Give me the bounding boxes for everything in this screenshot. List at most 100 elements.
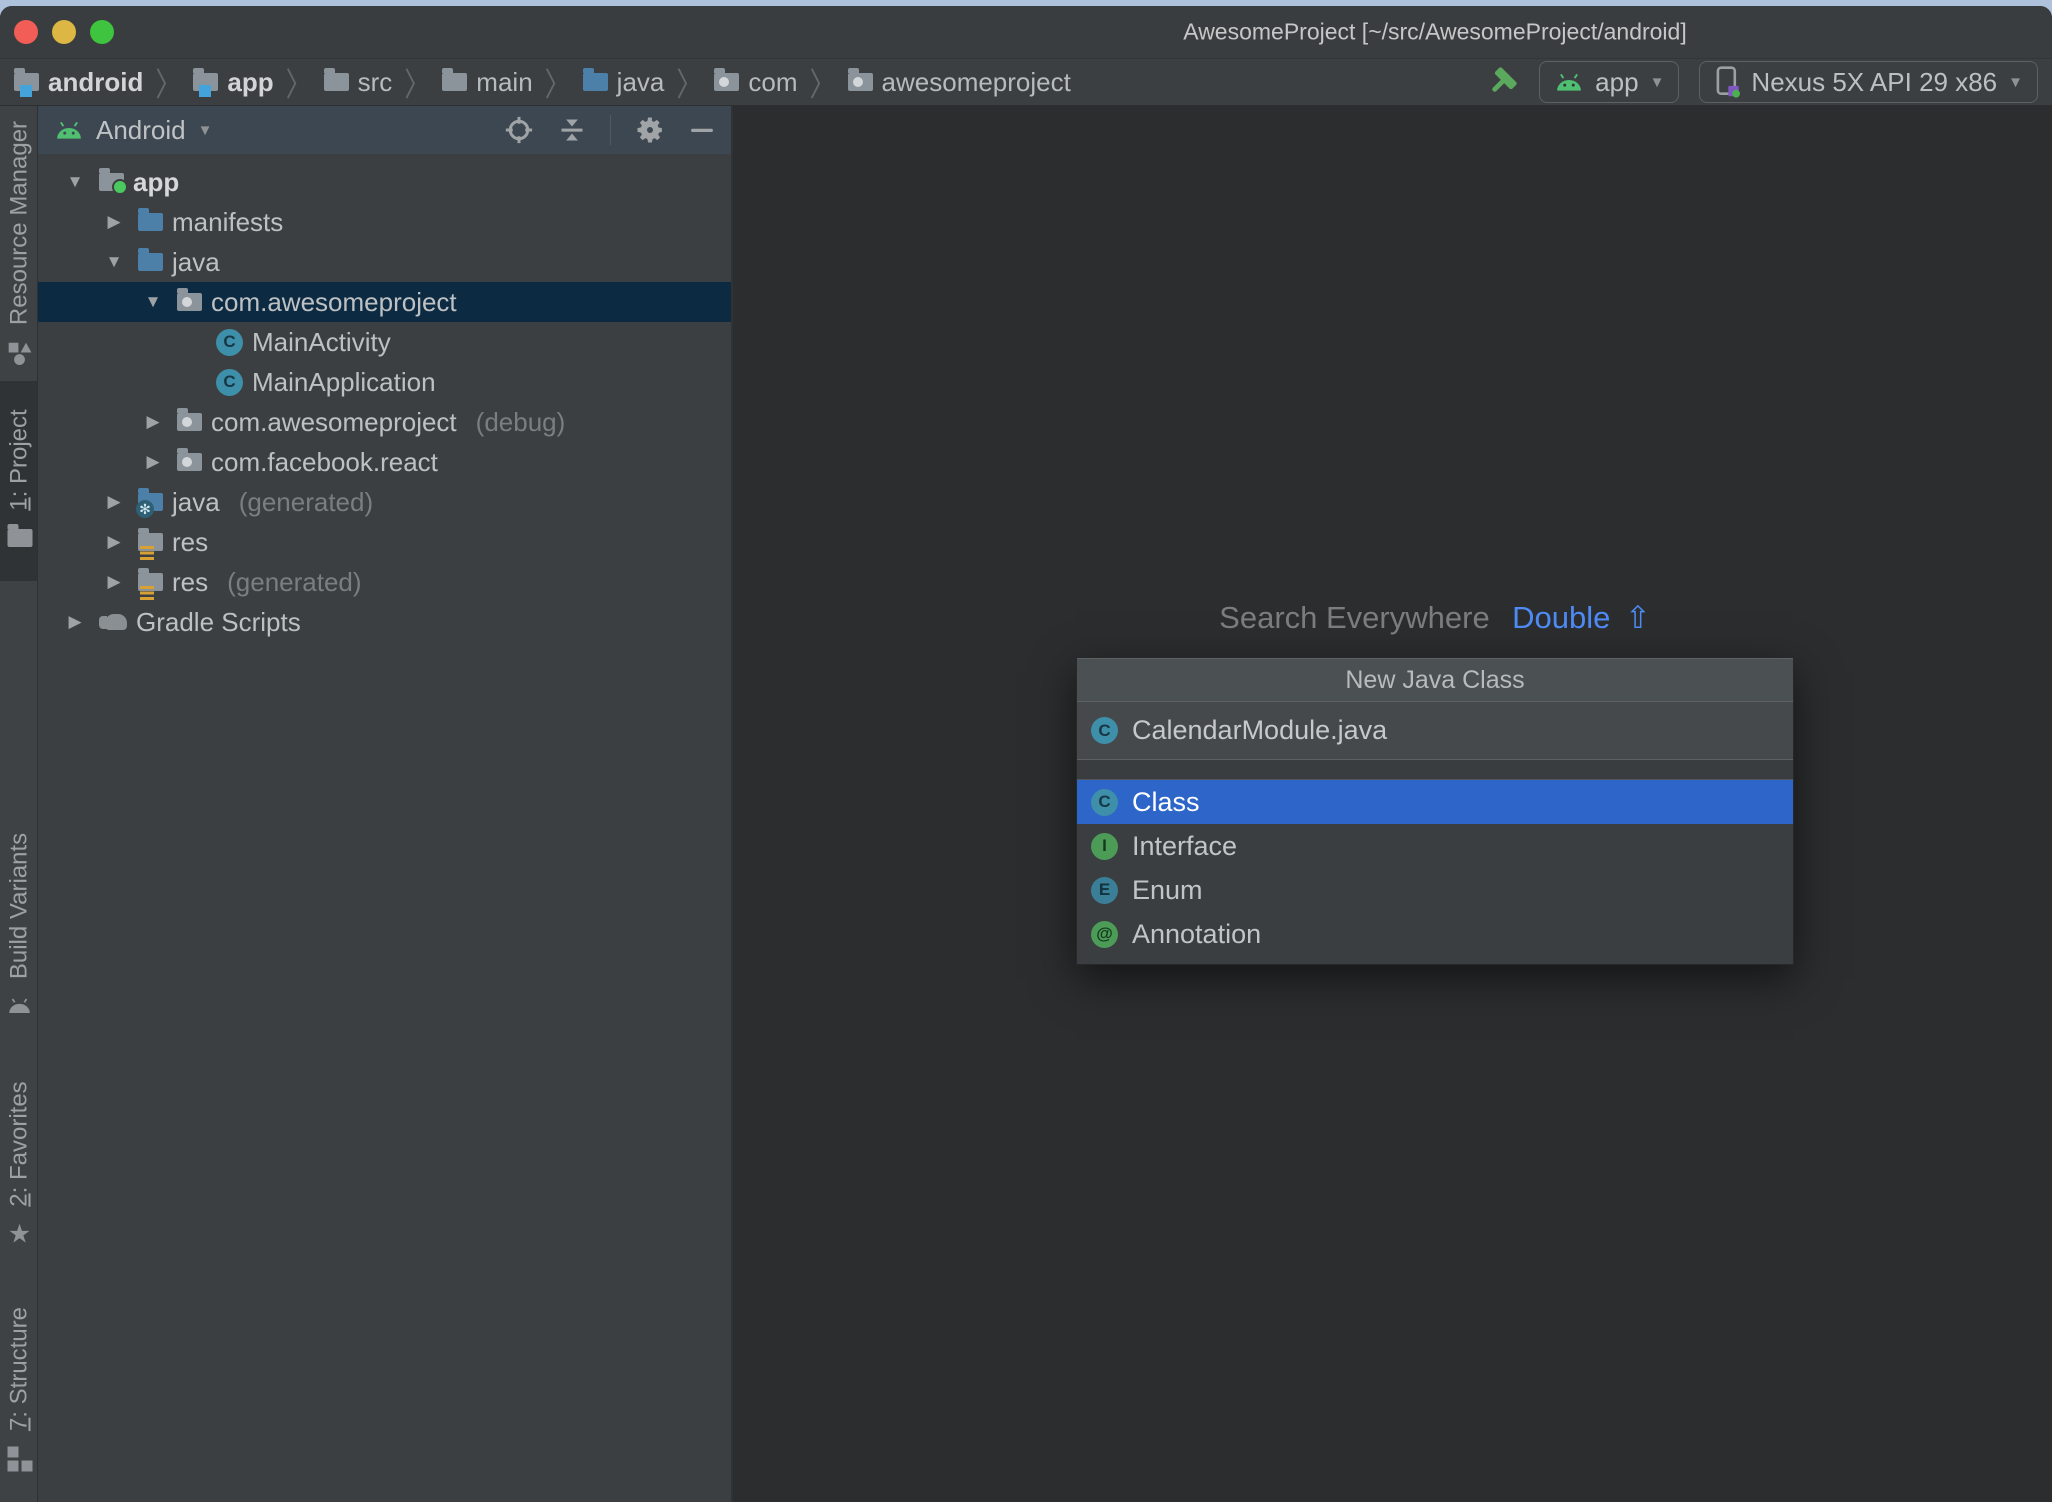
- titlebar: AwesomeProject [~/src/AwesomeProject/and…: [0, 6, 2052, 58]
- tree-item-label: MainActivity: [252, 326, 391, 357]
- tool-window-button-7-structure[interactable]: 7: Structure: [0, 1277, 37, 1502]
- folder-blue-icon: [138, 248, 163, 271]
- tool-window-button-2-favorites[interactable]: ★ 2: Favorites: [0, 1052, 37, 1277]
- build-hammer-icon[interactable]: [1485, 65, 1519, 99]
- minimize-window-button[interactable]: [52, 20, 76, 44]
- tree-item-label: com.awesomeproject: [211, 406, 457, 437]
- expanded-arrow-icon[interactable]: ▼: [138, 292, 168, 312]
- structure-grid-icon: [6, 1445, 31, 1471]
- tree-item-java[interactable]: ▶ ✻ java (generated): [38, 482, 731, 522]
- collapse-all-icon[interactable]: [558, 115, 586, 145]
- breadcrumb-item-app[interactable]: app: [193, 67, 274, 98]
- zoom-window-button[interactable]: [90, 20, 114, 44]
- project-view-value: Android: [96, 114, 186, 145]
- collapsed-arrow-icon[interactable]: ▶: [138, 412, 168, 432]
- collapsed-arrow-icon[interactable]: ▶: [60, 612, 90, 632]
- locate-file-icon[interactable]: [504, 115, 534, 145]
- tree-item-res[interactable]: ▶ res (generated): [38, 562, 731, 602]
- breadcrumb-separator-icon: 〉: [155, 65, 182, 103]
- breadcrumb-item-android[interactable]: android: [14, 67, 143, 98]
- project-view-selector[interactable]: Android ▼: [54, 115, 212, 146]
- kind-item-enum[interactable]: E Enum: [1077, 868, 1793, 912]
- folder-pkg-icon: [177, 448, 202, 471]
- run-configuration-value: app: [1595, 66, 1639, 97]
- tool-window-button-resource-manager[interactable]: Resource Manager: [0, 106, 37, 381]
- kind-item-annotation[interactable]: @ Annotation: [1077, 912, 1793, 956]
- window-title: AwesomeProject [~/src/AwesomeProject/and…: [1183, 18, 1687, 45]
- breadcrumb-item-com[interactable]: com: [714, 66, 798, 98]
- tree-item-hint: (debug): [475, 406, 566, 437]
- tool-window-button-build-variants[interactable]: Build Variants: [0, 802, 37, 1052]
- chevron-down-icon: ▼: [1649, 73, 1665, 91]
- collapsed-arrow-icon[interactable]: ▶: [99, 572, 129, 592]
- class-name-input[interactable]: C CalendarModule.java: [1077, 702, 1793, 760]
- kind-item-label: Class: [1132, 786, 1200, 817]
- tree-item-label: app: [133, 166, 180, 197]
- breadcrumb-item-src[interactable]: src: [323, 67, 392, 98]
- class-icon: C: [1091, 788, 1118, 816]
- class-icon: C: [216, 368, 243, 396]
- folder-app-icon: [99, 168, 128, 195]
- expanded-arrow-icon[interactable]: ▼: [60, 172, 90, 192]
- tree-item-java[interactable]: ▼ java: [38, 242, 731, 282]
- chevron-down-icon: ▼: [197, 121, 213, 139]
- tree-item-mainapplication[interactable]: C MainApplication: [38, 362, 731, 402]
- gradle-elephant-icon: [99, 612, 127, 632]
- run-toolbar: app ▼ Nexus 5X API 29 x86 ▼: [1485, 61, 2038, 103]
- tree-item-gradle-scripts[interactable]: ▶ Gradle Scripts: [38, 602, 731, 642]
- breadcrumb-item-main[interactable]: main: [442, 67, 533, 98]
- project-panel-header: Android ▼: [38, 106, 731, 154]
- kind-item-class[interactable]: C Class: [1077, 780, 1793, 824]
- tool-window-label: 7: Structure: [4, 1306, 32, 1431]
- breadcrumb-separator-icon: 〉: [809, 65, 836, 103]
- breadcrumb-separator-icon: 〉: [676, 65, 703, 103]
- kind-item-label: Interface: [1132, 830, 1238, 861]
- device-value: Nexus 5X API 29 x86: [1751, 66, 1998, 97]
- tree-item-com-facebook-react[interactable]: ▶ com.facebook.react: [38, 442, 731, 482]
- project-folder-icon: [6, 528, 31, 547]
- hide-panel-minus-icon[interactable]: [689, 115, 715, 145]
- breadcrumb-separator-icon: 〉: [404, 65, 431, 103]
- tool-strip-top-group: Resource Manager 1: Project: [0, 106, 37, 581]
- folder-pkg-icon: [177, 408, 202, 431]
- star-icon: ★: [4, 1218, 34, 1248]
- search-everywhere-text: Search Everywhere: [1219, 600, 1490, 635]
- kind-item-label: Enum: [1132, 874, 1203, 905]
- tree-item-manifests[interactable]: ▶ manifests: [38, 202, 731, 242]
- close-window-button[interactable]: [14, 20, 38, 44]
- breadcrumb-item-java[interactable]: java: [582, 67, 664, 98]
- tree-item-app[interactable]: ▼ app: [38, 162, 731, 202]
- tree-item-com-awesomeproject[interactable]: ▼ com.awesomeproject: [38, 282, 731, 322]
- folder-res-icon: [138, 528, 163, 560]
- kind-item-interface[interactable]: I Interface: [1077, 824, 1793, 868]
- folder-pkg-icon: [714, 68, 740, 91]
- tree-item-res[interactable]: ▶ res: [38, 522, 731, 562]
- project-panel: Android ▼ ▼ app ▶ manifests ▼ java ▼ com…: [38, 106, 733, 1502]
- collapsed-arrow-icon[interactable]: ▶: [99, 492, 129, 512]
- device-select[interactable]: Nexus 5X API 29 x86 ▼: [1699, 61, 2038, 103]
- run-configuration-select[interactable]: app ▼: [1539, 61, 1680, 103]
- shapes-icon: [4, 337, 34, 367]
- expanded-arrow-icon[interactable]: ▼: [99, 252, 129, 272]
- toolbar-divider: [610, 115, 611, 145]
- device-phone-icon: [1714, 65, 1741, 99]
- tool-window-label: Build Variants: [4, 832, 32, 980]
- generated-pinwheel-icon: ✻: [136, 500, 154, 518]
- tree-item-com-awesomeproject[interactable]: ▶ com.awesomeproject (debug): [38, 402, 731, 442]
- folder-blue-icon: [138, 208, 163, 231]
- tool-window-strip: Resource Manager 1: Project Build Variant…: [0, 106, 38, 1502]
- settings-gear-icon[interactable]: [635, 115, 665, 145]
- interface-icon: I: [1091, 832, 1118, 860]
- folder-icon: [4, 523, 34, 553]
- breadcrumb-item-awesomeproject[interactable]: awesomeproject: [847, 67, 1071, 98]
- collapsed-arrow-icon[interactable]: ▶: [99, 532, 129, 552]
- tree-item-mainactivity[interactable]: C MainActivity: [38, 322, 731, 362]
- star-icon: ★: [6, 1217, 31, 1248]
- collapsed-arrow-icon[interactable]: ▶: [138, 452, 168, 472]
- chevron-down-icon: ▼: [2008, 73, 2023, 91]
- breadcrumb-label: com: [748, 66, 798, 97]
- collapsed-arrow-icon[interactable]: ▶: [99, 212, 129, 232]
- tool-window-button-1-project[interactable]: 1: Project: [0, 381, 37, 581]
- folder-pkg-icon: [177, 288, 202, 311]
- folder-mod-icon: [193, 68, 219, 97]
